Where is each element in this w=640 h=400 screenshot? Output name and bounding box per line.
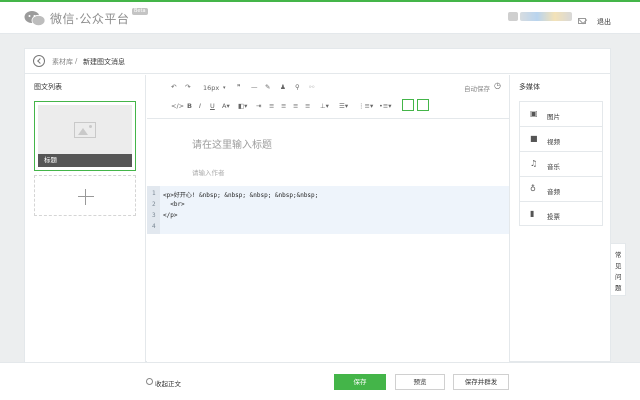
media-item-video[interactable]: ■ 视频: [520, 127, 602, 152]
line-number: 2: [152, 201, 156, 208]
autosave-label: 自动保存: [464, 85, 490, 93]
media-list: ▣ 图片 ■ 视频 ♫ 音乐 ♁ 音频 ▮ 投票: [519, 101, 603, 226]
back-arrow-icon[interactable]: [33, 55, 45, 67]
line-number: 1: [152, 190, 156, 197]
align-justify-icon[interactable]: ≡: [305, 102, 310, 110]
font-size-select[interactable]: 16px: [203, 84, 219, 92]
editor-panel: 素材库 / 新建图文消息 图文列表 标题 ↶ ↷ 16px ▾ ❞ — ✎ ♟ …: [24, 48, 611, 362]
microphone-icon: ♁: [530, 184, 536, 193]
article-title-label: 标题: [38, 154, 132, 167]
align-right-icon[interactable]: ≡: [293, 102, 298, 110]
media-panel-title: 多媒体: [519, 83, 540, 91]
unlink-icon[interactable]: ⚯: [309, 83, 314, 91]
quote-icon[interactable]: ❞: [237, 83, 241, 91]
clock-icon: ◷: [494, 81, 501, 90]
add-article-button[interactable]: [34, 175, 136, 216]
media-item-label: 音乐: [547, 163, 560, 171]
indent-icon[interactable]: ⇥: [256, 102, 261, 110]
align-left-icon[interactable]: ≡: [269, 102, 274, 110]
bold-icon[interactable]: B: [187, 102, 192, 110]
media-item-image[interactable]: ▣ 图片: [520, 102, 602, 127]
clear-format-icon[interactable]: ♟: [280, 83, 286, 91]
horizontal-rule-icon[interactable]: —: [251, 83, 258, 91]
article-card-selected[interactable]: 标题: [34, 101, 136, 171]
unordered-list-icon[interactable]: •≡▾: [379, 102, 392, 110]
undo-icon[interactable]: ↶: [171, 83, 176, 91]
source-code-icon[interactable]: </>: [171, 102, 184, 110]
source-code-editor[interactable]: 1 <p>好开心! &nbsp; &nbsp; &nbsp; &nbsp;&nb…: [147, 186, 509, 234]
line-number: 4: [152, 223, 156, 230]
article-list-title: 图文列表: [34, 83, 62, 91]
media-item-label: 视频: [547, 138, 560, 146]
breadcrumb-current: 新建图文消息: [83, 58, 125, 66]
underline-icon[interactable]: U: [210, 102, 215, 110]
collapse-body-toggle[interactable]: 收起正文: [155, 378, 181, 388]
align-center-icon[interactable]: ≡: [281, 102, 286, 110]
faq-char: 常: [615, 251, 622, 259]
wechat-logo-icon: [24, 11, 46, 27]
title-input[interactable]: 请在这里输入标题: [192, 136, 272, 151]
full-width-icon[interactable]: [417, 99, 429, 111]
author-input[interactable]: 请输入作者: [192, 167, 225, 177]
media-item-label: 音频: [547, 188, 560, 196]
code-line[interactable]: <br>: [163, 201, 184, 208]
breadcrumb-library[interactable]: 素材库: [52, 57, 73, 67]
italic-icon[interactable]: I: [199, 102, 201, 110]
table-icon[interactable]: [402, 99, 414, 111]
chevron-down-icon[interactable]: ▾: [223, 84, 226, 92]
preview-button[interactable]: 预览: [395, 374, 445, 390]
account-name-blurred[interactable]: [520, 12, 572, 21]
save-and-send-button[interactable]: 保存并群发: [453, 374, 509, 390]
faq-char: 题: [615, 284, 622, 292]
beta-badge: Beta: [132, 8, 148, 15]
plus-icon: [78, 189, 94, 205]
faq-side-tab[interactable]: 常 见 问 题: [611, 243, 626, 296]
article-list-panel: 图文列表 标题: [25, 75, 146, 362]
faq-char: 问: [615, 273, 622, 281]
media-panel: 多媒体 ▣ 图片 ■ 视频 ♫ 音乐 ♁ 音频 ▮ 投票: [509, 75, 610, 362]
video-icon: ■: [530, 134, 538, 143]
code-line[interactable]: </p>: [163, 212, 177, 219]
breadcrumb: 素材库 / 新建图文消息: [25, 49, 610, 74]
line-number: 3: [152, 212, 156, 219]
media-item-vote[interactable]: ▮ 投票: [520, 202, 602, 227]
background-color-icon[interactable]: ◧▾: [238, 102, 247, 110]
paragraph-spacing-icon[interactable]: ⊥▾: [320, 102, 329, 110]
account-avatar[interactable]: [508, 12, 518, 21]
breadcrumb-separator: /: [75, 57, 78, 65]
mail-icon[interactable]: [578, 18, 586, 24]
font-color-icon[interactable]: A▾: [222, 102, 230, 110]
bottom-action-bar: 收起正文 保存 预览 保存并群发: [0, 362, 640, 400]
logout-link[interactable]: 退出: [597, 17, 611, 27]
link-icon[interactable]: ⚲: [295, 83, 300, 91]
ordered-list-icon[interactable]: ⋮≡▾: [358, 102, 373, 110]
editor-area[interactable]: 请在这里输入标题 请输入作者 1 <p>好开心! &nbsp; &nbsp; &…: [147, 120, 509, 362]
faq-char: 见: [615, 262, 622, 270]
line-height-icon[interactable]: ☰▾: [339, 102, 348, 110]
media-item-music[interactable]: ♫ 音乐: [520, 152, 602, 177]
save-button[interactable]: 保存: [334, 374, 386, 390]
top-bar: 微信·公众平台 Beta 退出: [0, 0, 640, 34]
redo-icon[interactable]: ↷: [185, 83, 190, 91]
collapse-icon[interactable]: [146, 378, 153, 385]
media-item-label: 图片: [547, 113, 560, 121]
brand-title: 微信·公众平台: [50, 12, 130, 26]
format-brush-icon[interactable]: ✎: [265, 83, 270, 91]
image-icon: ▣: [530, 109, 538, 118]
editor-toolbar: ↶ ↷ 16px ▾ ❞ — ✎ ♟ ⚲ ⚯ 自动保存 ◷ </> B I U …: [147, 75, 509, 119]
music-icon: ♫: [530, 159, 538, 168]
article-cover: 标题: [38, 105, 132, 167]
image-placeholder-icon: [74, 122, 96, 138]
media-item-label: 投票: [547, 213, 560, 221]
code-line[interactable]: <p>好开心! &nbsp; &nbsp; &nbsp; &nbsp;&nbsp…: [163, 190, 318, 199]
vote-icon: ▮: [530, 209, 535, 218]
media-item-audio[interactable]: ♁ 音频: [520, 177, 602, 202]
